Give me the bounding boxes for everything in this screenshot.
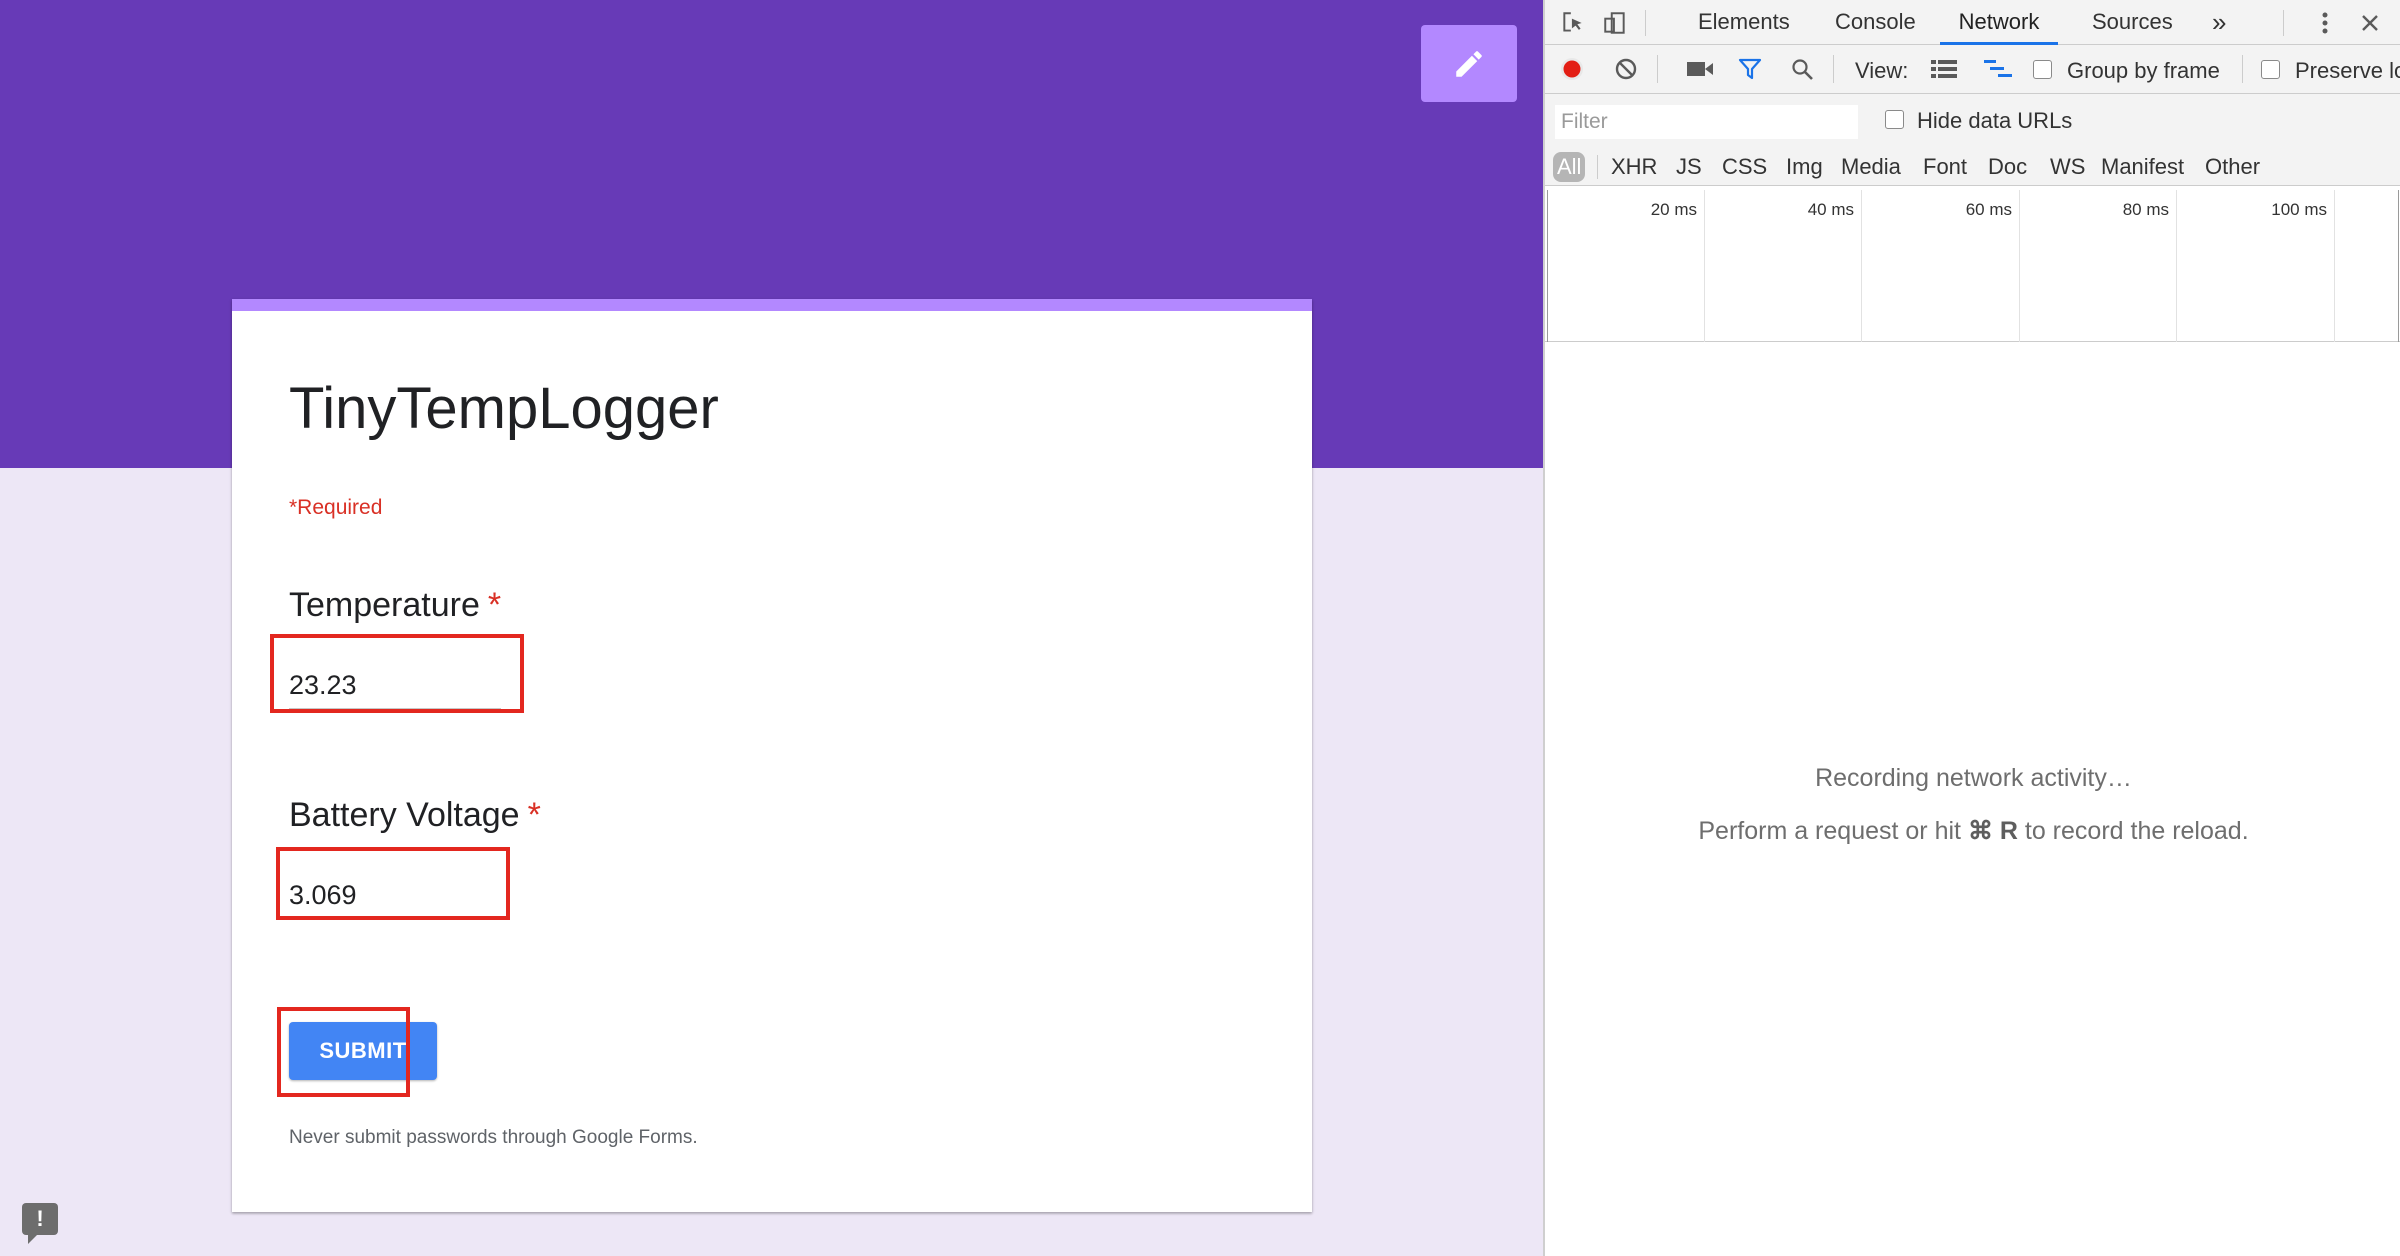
type-filter-ws[interactable]: WS: [2050, 152, 2085, 182]
timeline-tick-label: 80 ms: [2122, 200, 2169, 219]
feedback-icon: !: [36, 1206, 44, 1231]
type-filter-css[interactable]: CSS: [1722, 152, 1767, 182]
type-filter-xhr[interactable]: XHR: [1611, 152, 1657, 182]
preserve-log-label: Preserve lo: [2295, 58, 2400, 83]
close-icon[interactable]: [2355, 8, 2385, 38]
tab-sources[interactable]: Sources: [2088, 0, 2177, 45]
search-icon[interactable]: [1788, 56, 1816, 82]
pencil-icon: [1456, 50, 1482, 77]
type-filter-img[interactable]: Img: [1786, 152, 1823, 182]
type-filter-other[interactable]: Other: [2205, 152, 2260, 182]
highlight-box-submit: [277, 1007, 410, 1097]
timeline-gridline: [2176, 190, 2177, 342]
highlight-box-temperature: [270, 634, 524, 713]
form-card: TinyTempLogger *Required Temperature * 23…: [232, 299, 1312, 1212]
timeline-end-line: [2398, 190, 2399, 342]
required-note: *Required: [289, 496, 383, 519]
filter-input[interactable]: [1555, 105, 1858, 139]
devtools-panel: Elements Console Network Sources » View:…: [1543, 0, 2400, 1256]
toolbar-separator: [1657, 55, 1658, 83]
timeline-gridline: [2019, 190, 2020, 342]
timeline-tick-label: 60 ms: [1965, 200, 2012, 219]
type-filter-doc[interactable]: Doc: [1988, 152, 2027, 182]
record-icon[interactable]: [1559, 56, 1585, 82]
tab-console[interactable]: Console: [1831, 0, 1920, 45]
more-vert-icon[interactable]: [2315, 8, 2335, 38]
question-label-battery-voltage: Battery Voltage *: [289, 796, 541, 835]
timeline-gridline: [2334, 190, 2335, 342]
tab-elements[interactable]: Elements: [1694, 0, 1794, 45]
form-page: TinyTempLogger *Required Temperature * 23…: [0, 0, 1543, 1256]
inspect-element-icon[interactable]: [1558, 8, 1588, 38]
timeline-gridline: [1861, 190, 1862, 342]
capture-screenshots-icon[interactable]: [1685, 56, 1715, 82]
network-toolbar: View: Group by frame Preserve lo: [1545, 45, 2400, 94]
toolbar-separator: [2242, 55, 2243, 83]
hide-data-urls-label: Hide data URLs: [1917, 108, 2073, 133]
question-label-temperature: Temperature *: [289, 586, 501, 625]
view-label: View:: [1855, 58, 1909, 83]
timeline-tick-label: 100 ms: [2271, 200, 2327, 219]
preserve-log-checkbox[interactable]: [2261, 60, 2280, 79]
type-filter-font[interactable]: Font: [1923, 152, 1967, 182]
network-timeline-overview[interactable]: 20 ms 40 ms 60 ms 80 ms 100 ms: [1545, 190, 2400, 342]
highlight-box-battery-voltage: [276, 847, 510, 920]
form-title: TinyTempLogger: [289, 376, 719, 441]
large-rows-icon[interactable]: [1929, 57, 1959, 81]
required-star: *: [487, 586, 502, 624]
group-by-frame-checkbox[interactable]: [2033, 60, 2052, 79]
hide-data-urls-checkbox[interactable]: [1885, 110, 1904, 129]
type-filter-media[interactable]: Media: [1841, 152, 1901, 182]
type-filter-manifest[interactable]: Manifest: [2101, 152, 2184, 182]
toolbar-separator: [1833, 55, 1834, 83]
type-filter-all[interactable]: All: [1553, 152, 1586, 182]
network-filter-bar: Hide data URLs All XHR JS CSS Img Media …: [1545, 94, 2400, 186]
password-disclaimer: Never submit passwords through Google Fo…: [289, 1127, 698, 1148]
more-tabs-button[interactable]: »: [2208, 0, 2230, 45]
question-label-text: Battery Voltage: [289, 796, 520, 834]
filter-icon[interactable]: [1735, 56, 1765, 82]
recording-message: Recording network activity…: [1815, 764, 2132, 792]
devtools-tab-bar: Elements Console Network Sources »: [1545, 0, 2400, 45]
reload-shortcut: ⌘ R: [1967, 817, 2018, 845]
timeline-tick-label: 40 ms: [1807, 200, 1854, 219]
question-label-text: Temperature: [289, 586, 480, 624]
timeline-tick-label: 20 ms: [1650, 200, 1697, 219]
reload-hint-before: Perform a request or hit: [1698, 817, 1961, 845]
device-toolbar-icon[interactable]: [1600, 8, 1630, 38]
tab-network[interactable]: Network: [1940, 0, 2058, 45]
type-separator: [1597, 155, 1598, 179]
overview-icon[interactable]: [1983, 57, 2013, 81]
tab-separator: [2283, 10, 2284, 36]
group-by-frame-label: Group by frame: [2067, 58, 2220, 83]
timeline-gridline: [1704, 190, 1705, 342]
required-star: *: [527, 796, 541, 834]
reload-hint-after: to record the reload.: [2024, 817, 2249, 845]
type-filter-js[interactable]: JS: [1676, 152, 1702, 182]
edit-form-button[interactable]: [1421, 25, 1517, 102]
report-problem-button[interactable]: !: [22, 1203, 58, 1244]
reload-hint: Perform a request or hit ⌘ R to record t…: [1545, 816, 2400, 846]
timeline-start-line: [1547, 190, 1548, 342]
tab-separator: [1645, 10, 1646, 36]
clear-icon[interactable]: [1613, 56, 1639, 82]
